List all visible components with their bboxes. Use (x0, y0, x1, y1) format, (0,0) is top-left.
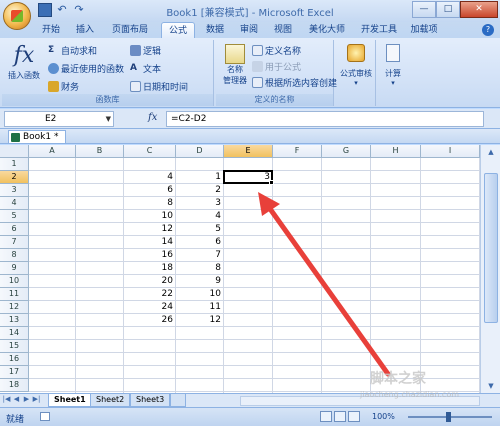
arrow-shaft (265, 203, 391, 377)
watermark: 脚本之家 jiaocheng.chazidian.com (360, 368, 500, 399)
watermark-main: 脚本之家 (370, 371, 426, 387)
watermark-sub: jiaocheng.chazidian.com (360, 390, 460, 399)
office-button[interactable] (3, 2, 31, 30)
office-logo-icon (11, 10, 23, 22)
arrow-head (258, 192, 280, 216)
annotation-arrow (258, 192, 391, 377)
